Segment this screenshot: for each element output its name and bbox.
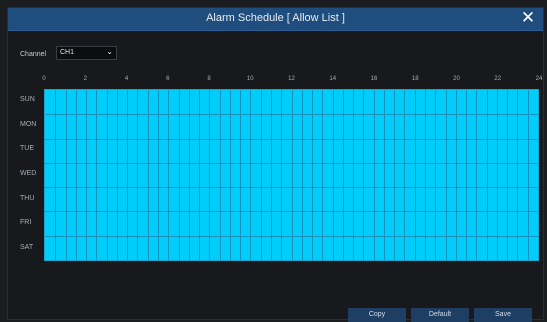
channel-select[interactable]: CH1 ⌄ [56,46,117,60]
grid-column-line [291,90,293,260]
grid-column-line [270,90,272,260]
grid-column-line [127,90,129,260]
grid-column-line [507,90,509,260]
hour-axis: 0 2 4 6 8 10 12 14 16 18 20 22 24 [8,76,543,86]
grid-column-line [229,90,231,260]
grid-column-line [65,90,67,260]
grid-column-line [209,90,211,260]
grid-column-line [312,90,314,260]
grid-column-line [168,90,170,260]
grid-column-line [342,90,344,260]
grid-row-line [45,114,538,116]
grid-column-line [199,90,201,260]
title-bar: Alarm Schedule [ Allow List ] ✕ [8,8,543,31]
grid-column-line [75,90,77,260]
grid-column-line [353,90,355,260]
grid-column-line [435,90,437,260]
hour-tick: 20 [453,76,460,82]
grid-column-line [116,90,118,260]
grid-row-line [45,211,538,213]
grid-column-line [250,90,252,260]
grid-column-line [517,90,519,260]
alarm-schedule-dialog: Alarm Schedule [ Allow List ] ✕ Channel … [7,7,544,322]
day-label-mon: MON [20,120,37,128]
hour-tick: 22 [494,76,502,82]
grid-column-line [455,90,457,260]
grid-column-line [373,90,375,260]
day-label-thu: THU [20,194,35,202]
dialog-title: Alarm Schedule [ Allow List ] [206,12,345,24]
default-button[interactable]: Default [411,308,469,322]
copy-button[interactable]: Copy [348,308,406,322]
day-label-sat: SAT [20,243,34,251]
grid-column-line [486,90,488,260]
chevron-down-icon: ⌄ [106,47,113,56]
day-label-tue: TUE [20,145,34,153]
grid-column-line [527,90,529,260]
grid-column-line [383,90,385,260]
grid-column-line [96,90,98,260]
grid-column-line [404,90,406,260]
grid-column-line [106,90,108,260]
grid-row-line [45,187,538,189]
save-button[interactable]: Save [474,308,532,322]
grid-column-line [445,90,447,260]
hour-tick: 0 [42,76,46,82]
grid-row-line [45,235,538,237]
grid-column-line [157,90,159,260]
grid-column-line [394,90,396,260]
grid-column-line [219,90,221,260]
day-label-wed: WED [20,170,37,177]
grid-column-line [188,90,190,260]
grid-column-line [281,90,283,260]
hour-tick: 2 [83,76,87,82]
grid-column-line [178,90,180,260]
hour-tick: 18 [411,76,419,82]
grid-column-line [425,90,427,260]
day-label-fri: FRI [20,219,32,227]
hour-tick: 16 [370,76,378,82]
grid-column-line [332,90,334,260]
hour-tick: 10 [246,76,254,82]
channel-label: Channel [20,51,47,58]
grid-column-line [363,90,365,260]
hour-tick: 14 [329,76,337,82]
grid-row-line [45,138,538,140]
grid-column-line [301,90,303,260]
day-label-sun: SUN [20,96,35,104]
grid-column-line [240,90,242,260]
channel-value: CH1 [60,49,75,56]
schedule-grid[interactable] [44,89,539,261]
grid-column-line [496,90,498,260]
hour-tick: 12 [288,76,295,82]
close-icon[interactable]: ✕ [520,10,536,27]
grid-column-line [414,90,416,260]
grid-row-line [45,162,538,164]
grid-column-line [86,90,88,260]
grid-column-line [322,90,324,260]
grid-column-line [55,90,57,260]
hour-tick: 6 [166,76,170,82]
hour-tick: 24 [535,76,543,82]
grid-column-line [476,90,478,260]
hour-tick: 8 [207,76,211,82]
hour-tick: 4 [124,76,129,82]
grid-column-line [137,90,139,260]
grid-column-line [466,90,468,260]
grid-column-line [147,90,149,260]
grid-column-line [260,90,262,260]
